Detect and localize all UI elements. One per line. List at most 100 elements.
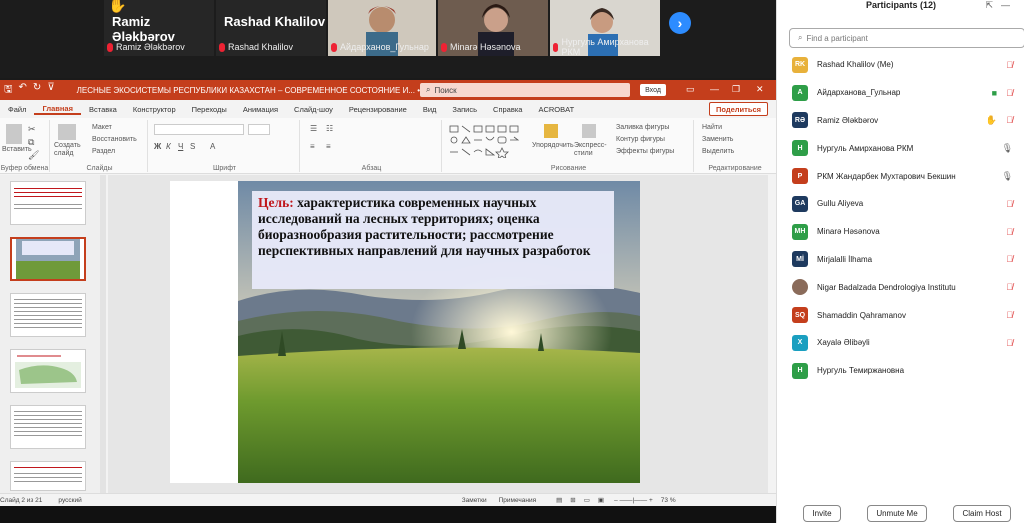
bold-icon[interactable]: Ж (154, 142, 161, 151)
slide-thumbnail[interactable] (10, 405, 86, 449)
slide-thumbnail[interactable] (10, 461, 86, 491)
slide-text-box[interactable]: Цель: характеристика современных научных… (252, 191, 614, 289)
tab-view[interactable]: Вид (415, 105, 445, 114)
tab-home[interactable]: Главная (34, 104, 81, 115)
participant-row[interactable]: A Айдарханова_Гульнар ■ 🎙̸ (777, 79, 1024, 107)
arrange-icon[interactable] (544, 124, 558, 138)
bullets-icon[interactable]: ☰ (310, 124, 317, 133)
share-button[interactable]: Поделиться (708, 102, 768, 116)
arrange-button[interactable]: Упорядочить (532, 142, 574, 149)
new-slide-icon[interactable] (58, 124, 76, 140)
next-videos-button[interactable]: › (669, 12, 691, 34)
underline-icon[interactable]: Ч (178, 142, 183, 151)
copy-icon[interactable]: ⧉ (28, 137, 34, 148)
align-left-icon[interactable]: ≡ (310, 142, 315, 151)
shape-effects-button[interactable]: Эффекты фигуры (616, 148, 674, 155)
mic-icon: 🎙 (1001, 142, 1013, 153)
align-center-icon[interactable]: ≡ (326, 142, 331, 151)
undo-icon[interactable]: ↶ (19, 82, 27, 99)
find-button[interactable]: Найти (702, 124, 722, 131)
zoom-slider[interactable]: – ——|—— + (614, 497, 653, 504)
participant-row[interactable]: GA Gullu Aliyeva 🎙̸ (777, 190, 1024, 218)
language-indicator[interactable]: русский (58, 497, 81, 504)
participant-row[interactable]: RƏ Ramiz Əlәkbərov ✋ 🎙̸ (777, 107, 1024, 135)
find-participant-input[interactable]: ⌕ Find a participant (789, 28, 1024, 48)
reading-view-icon[interactable]: ▭ (584, 496, 590, 504)
participant-row[interactable]: P РКМ Жандарбек Мухтарович Бекшин 🎙 (777, 162, 1024, 190)
maximize-icon[interactable]: ❐ (732, 84, 740, 95)
format-painter-icon[interactable]: 🖌 (28, 150, 39, 161)
mic-muted-icon (553, 42, 559, 52)
slide-thumbnail-selected[interactable] (10, 237, 86, 281)
tab-file[interactable]: Файл (0, 105, 34, 114)
customize-icon[interactable]: ⊽ (47, 82, 54, 99)
select-button[interactable]: Выделить (702, 148, 734, 155)
numbering-icon[interactable]: ☷ (326, 124, 333, 133)
participant-name: Айдарханова_Гульнар (817, 88, 901, 98)
quick-styles-icon[interactable] (582, 124, 596, 138)
font-size-dropdown[interactable] (248, 124, 270, 135)
font-name-dropdown[interactable] (154, 124, 244, 135)
tab-acrobat[interactable]: ACROBAT (530, 105, 582, 114)
tab-record[interactable]: Запись (444, 105, 485, 114)
redo-icon[interactable]: ↻ (33, 82, 41, 99)
minimize-panel-icon[interactable]: — (1001, 0, 1018, 10)
slideshow-icon[interactable]: ▣ (598, 496, 604, 504)
mic-muted-icon: 🎙̸ (1006, 282, 1013, 293)
zoom-level[interactable]: 73 % (661, 497, 676, 504)
tab-insert[interactable]: Вставка (81, 105, 125, 114)
slide-thumbnail[interactable] (10, 293, 86, 337)
cut-icon[interactable]: ✂ (28, 124, 36, 135)
slide-sorter-icon[interactable]: ⊞ (570, 496, 575, 504)
reset-button[interactable]: Восстановить (92, 136, 137, 143)
zoom-bottom-bar (0, 506, 776, 523)
participant-row[interactable]: Mİ Mirjalalli İlhama 🎙̸ (777, 246, 1024, 274)
participant-row[interactable]: H Нургуль Темиржановна (777, 357, 1024, 385)
participant-name: Нургуль Темиржановна (817, 366, 905, 376)
participant-row[interactable]: RK Rashad Khalilov (Me) 🎙̸ (777, 51, 1024, 79)
layout-button[interactable]: Макет (92, 124, 112, 131)
italic-icon[interactable]: К (166, 142, 171, 151)
participant-row[interactable]: X Xayalə Əlibəyli 🎙̸ (777, 329, 1024, 357)
unmute-me-button[interactable]: Unmute Me (867, 505, 927, 522)
replace-button[interactable]: Заменить (702, 136, 733, 143)
claim-host-button[interactable]: Claim Host (953, 505, 1011, 522)
mic-muted-icon: 🎙̸ (1006, 198, 1013, 209)
thumbnail-scrollbar[interactable] (100, 175, 106, 495)
save-icon[interactable]: 🖫 (4, 82, 13, 99)
notes-button[interactable]: Заметки (462, 497, 487, 504)
search-input[interactable]: ⌕ Поиск (420, 83, 630, 97)
tab-help[interactable]: Справка (485, 105, 530, 114)
new-slide-button[interactable]: Создать слайд (54, 142, 84, 158)
tab-review[interactable]: Рецензирование (341, 105, 415, 114)
tab-animations[interactable]: Анимация (235, 105, 286, 114)
avatar: A (792, 84, 808, 101)
close-icon[interactable]: ✕ (756, 84, 764, 95)
slide-thumbnail[interactable] (10, 349, 86, 393)
shape-fill-button[interactable]: Заливка фигуры (616, 124, 669, 131)
tab-transitions[interactable]: Переходы (184, 105, 235, 114)
slide-thumbnail[interactable] (10, 181, 86, 225)
invite-button[interactable]: Invite (803, 505, 841, 522)
ribbon-options-icon[interactable]: ▭ (686, 84, 695, 95)
quick-styles-button[interactable]: Экспресс-стили (574, 142, 607, 158)
strikethrough-icon[interactable]: S (190, 142, 195, 151)
raised-hand-icon: ✋ (985, 114, 997, 125)
comments-button[interactable]: Примечания (499, 497, 537, 504)
participant-row[interactable]: SQ Shamaddin Qahramanov 🎙̸ (777, 301, 1024, 329)
normal-view-icon[interactable]: ▤ (556, 496, 562, 504)
participant-row[interactable]: Nigar Badalzada Dendrologiya Institutu 🎙̸ (777, 273, 1024, 301)
popout-icon[interactable]: ⇱ (985, 0, 1001, 10)
shapes-gallery[interactable] (448, 124, 528, 158)
font-color-icon[interactable]: A (210, 142, 215, 151)
participant-row[interactable]: H Нургуль Амирханова РКМ 🎙 (777, 134, 1024, 162)
minimize-icon[interactable]: — (710, 84, 719, 94)
section-button[interactable]: Раздел (92, 148, 115, 155)
tab-slideshow[interactable]: Слайд-шоу (286, 105, 341, 114)
shape-outline-button[interactable]: Контур фигуры (616, 136, 665, 143)
participant-row[interactable]: MH Minarə Həsənova 🎙̸ (777, 218, 1024, 246)
paste-icon[interactable] (6, 124, 22, 144)
tab-design[interactable]: Конструктор (125, 105, 184, 114)
font-group: Ж К Ч S A Шрифт (150, 120, 300, 172)
sign-in-button[interactable]: Вход (640, 84, 666, 96)
